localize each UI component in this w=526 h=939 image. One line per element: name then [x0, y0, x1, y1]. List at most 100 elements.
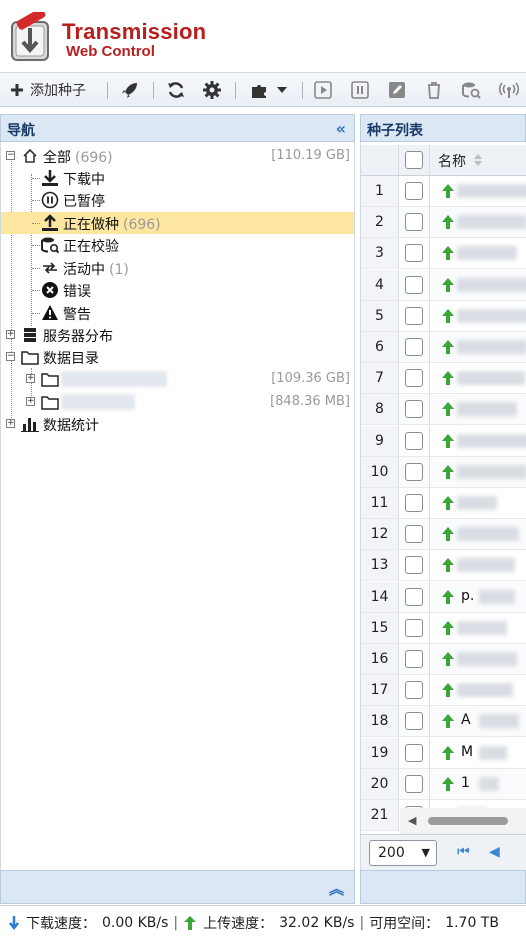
tree-item-folder[interactable]: + [109.36 GB]: [1, 368, 354, 390]
table-row[interactable]: 13: [361, 550, 526, 582]
table-row[interactable]: 11: [361, 488, 526, 519]
prev-page-icon[interactable]: ◀: [489, 844, 500, 860]
torrent-name-cell[interactable]: M: [435, 738, 526, 768]
table-row[interactable]: 9: [361, 425, 526, 457]
row-checkbox[interactable]: [405, 712, 423, 731]
edit-button[interactable]: [386, 73, 408, 107]
torrent-name-cell[interactable]: p.: [435, 582, 526, 612]
row-checkbox[interactable]: [405, 525, 423, 544]
torrent-name-cell[interactable]: [435, 176, 526, 206]
collapse-left-icon[interactable]: «: [336, 119, 346, 138]
torrent-name-cell[interactable]: [435, 457, 526, 487]
table-row[interactable]: 12: [361, 519, 526, 551]
rocket-button[interactable]: [118, 73, 142, 107]
settings-button[interactable]: [200, 73, 224, 107]
table-row[interactable]: 16: [361, 644, 526, 675]
row-checkbox[interactable]: [405, 774, 423, 793]
expand-toggle[interactable]: +: [6, 419, 15, 428]
row-checkbox[interactable]: [405, 618, 423, 637]
plugins-menu-button[interactable]: [246, 73, 292, 107]
start-button[interactable]: [312, 73, 334, 107]
table-row[interactable]: 10: [361, 456, 526, 488]
torrent-name-cell[interactable]: [435, 301, 526, 331]
tree-item-paused[interactable]: 已暂停: [1, 189, 354, 211]
expand-up-icon[interactable]: ︽: [329, 878, 344, 899]
table-row[interactable]: 2: [361, 207, 526, 239]
add-torrent-button[interactable]: 添加种子: [10, 73, 86, 107]
tree-item-statistics[interactable]: + 数据统计: [1, 413, 354, 435]
tracker-button[interactable]: [497, 73, 521, 107]
torrent-name-cell[interactable]: 1: [435, 769, 526, 799]
table-row[interactable]: 3: [361, 238, 526, 270]
torrent-name-cell[interactable]: [435, 488, 526, 518]
verify-button[interactable]: [459, 73, 483, 107]
table-row[interactable]: 18 A: [361, 706, 526, 738]
row-checkbox[interactable]: [405, 587, 423, 606]
table-row[interactable]: 14 p.: [361, 581, 526, 613]
row-checkbox[interactable]: [405, 244, 423, 263]
row-checkbox[interactable]: [405, 275, 423, 294]
row-checkbox[interactable]: [405, 681, 423, 700]
torrent-name-cell[interactable]: [435, 519, 526, 549]
table-row[interactable]: 19 M: [361, 737, 526, 769]
expand-toggle[interactable]: +: [26, 374, 35, 383]
row-checkbox[interactable]: [405, 369, 423, 388]
table-row[interactable]: 15: [361, 612, 526, 644]
table-row[interactable]: 8: [361, 394, 526, 426]
expand-toggle[interactable]: +: [26, 397, 35, 406]
scroll-left-icon[interactable]: ◀: [408, 814, 416, 827]
row-checkbox[interactable]: [405, 494, 423, 512]
row-checkbox[interactable]: [405, 306, 423, 325]
torrent-name-cell[interactable]: [435, 363, 526, 393]
collapse-toggle[interactable]: −: [6, 352, 15, 361]
expand-toggle[interactable]: +: [6, 330, 15, 339]
table-row[interactable]: 17: [361, 675, 526, 707]
row-checkbox[interactable]: [405, 462, 423, 481]
table-row[interactable]: 7: [361, 363, 526, 395]
torrent-name-cell[interactable]: [435, 270, 526, 300]
tree-item-data-dirs[interactable]: − 数据目录: [1, 346, 354, 368]
tree-item-warning[interactable]: 警告: [1, 302, 354, 324]
torrent-name-cell[interactable]: [435, 613, 526, 643]
row-checkbox[interactable]: [405, 650, 423, 668]
scrollbar-thumb[interactable]: [428, 817, 508, 825]
horizontal-scrollbar[interactable]: ◀: [400, 808, 526, 834]
row-checkbox[interactable]: [405, 213, 423, 232]
table-row[interactable]: 1: [361, 176, 526, 207]
sort-icon[interactable]: [473, 153, 483, 167]
table-row[interactable]: 5: [361, 300, 526, 332]
tree-item-checking[interactable]: 正在校验: [1, 234, 354, 256]
refresh-button[interactable]: [164, 73, 188, 107]
table-row[interactable]: 4: [361, 269, 526, 301]
page-size-select[interactable]: 200 ▼: [369, 840, 437, 866]
row-checkbox[interactable]: [405, 182, 423, 200]
tree-item-folder[interactable]: + [848.36 MB]: [1, 391, 354, 413]
row-checkbox[interactable]: [405, 338, 423, 356]
torrent-name-cell[interactable]: [435, 394, 526, 424]
first-page-icon[interactable]: ⏮: [457, 844, 470, 860]
row-checkbox[interactable]: [405, 743, 423, 762]
torrent-name-cell[interactable]: [435, 675, 526, 705]
torrent-name-cell[interactable]: [435, 332, 526, 362]
tree-item-servers[interactable]: + 服务器分布: [1, 324, 354, 346]
pause-button[interactable]: [349, 73, 371, 107]
table-row[interactable]: 6: [361, 332, 526, 363]
table-row[interactable]: 20 1: [361, 768, 526, 800]
torrent-name-cell[interactable]: [435, 426, 526, 456]
tree-item-error[interactable]: 错误: [1, 279, 354, 301]
tree-item-downloading[interactable]: 下载中: [1, 167, 354, 189]
torrent-name-cell[interactable]: [435, 238, 526, 268]
tree-item-all[interactable]: − 全部 (696) [110.19 GB]: [1, 145, 354, 167]
torrent-name-cell[interactable]: [435, 644, 526, 674]
collapse-toggle[interactable]: −: [6, 151, 15, 160]
torrent-name-cell[interactable]: A: [435, 706, 526, 736]
tree-item-active[interactable]: 活动中 (1): [1, 257, 354, 279]
select-all-checkbox[interactable]: [405, 151, 423, 169]
tree-item-seeding[interactable]: 正在做种 (696): [1, 212, 354, 234]
delete-button[interactable]: [423, 73, 445, 107]
row-checkbox[interactable]: [405, 431, 423, 450]
torrent-name-cell[interactable]: [435, 207, 526, 237]
torrent-name-cell[interactable]: [435, 550, 526, 580]
column-header-name[interactable]: 名称: [438, 151, 466, 171]
row-checkbox[interactable]: [405, 556, 423, 575]
